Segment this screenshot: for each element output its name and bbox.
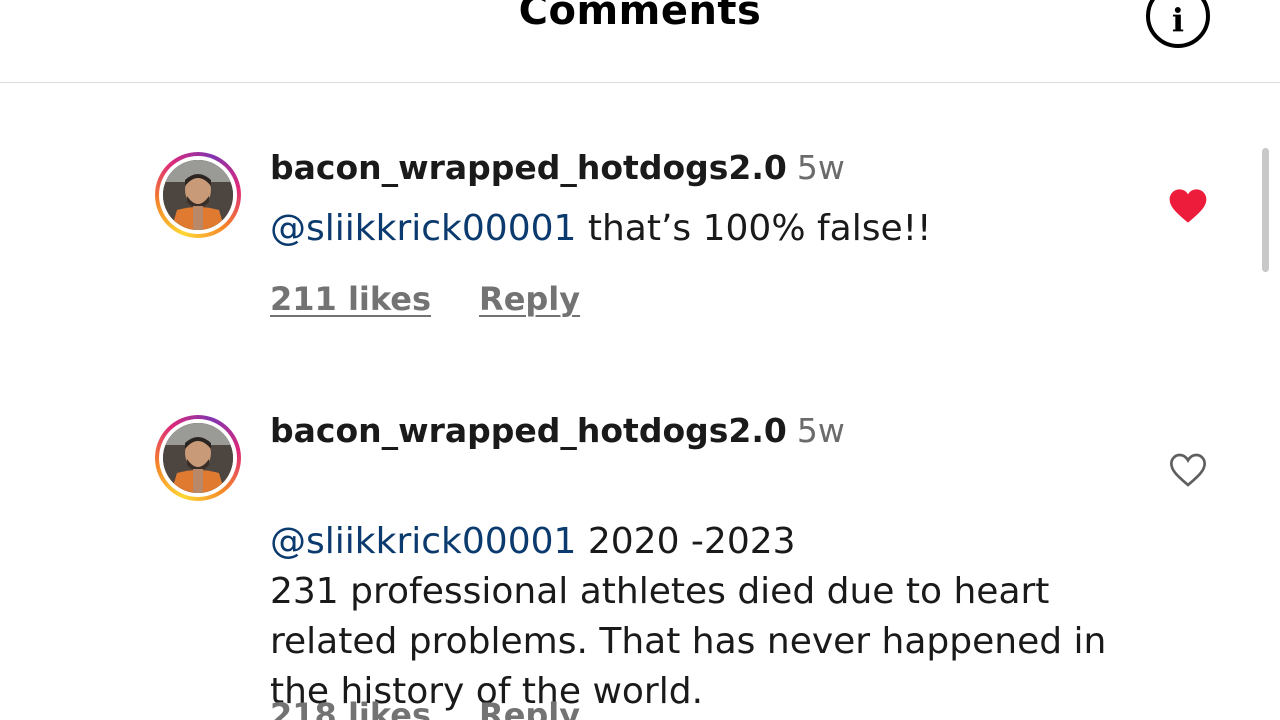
mention-link[interactable]: @sliikkrick00001 <box>270 208 576 249</box>
avatar[interactable] <box>155 415 241 501</box>
comment-text: @sliikkrick00001 that’s 100% false!! <box>270 204 1130 254</box>
comments-screen: Comments i bacon_wrapped_hotdogs2.0 5w @… <box>0 0 1280 720</box>
heart-outline-icon[interactable] <box>1168 451 1208 489</box>
scrollbar[interactable] <box>1262 148 1269 272</box>
heart-filled-icon[interactable] <box>1168 187 1208 225</box>
page-title: Comments <box>518 0 762 34</box>
avatar[interactable] <box>155 152 241 238</box>
reply-button[interactable]: Reply <box>479 280 580 318</box>
comment-actions: 218 likes Reply <box>270 696 580 720</box>
comments-header: Comments i <box>0 0 1280 83</box>
likes-count[interactable]: 211 likes <box>270 280 431 318</box>
comment-username[interactable]: bacon_wrapped_hotdogs2.0 5w <box>270 148 845 187</box>
comment-username[interactable]: bacon_wrapped_hotdogs2.0 5w <box>270 411 845 450</box>
comment-time: 5w <box>796 148 845 187</box>
info-icon[interactable]: i <box>1146 0 1210 48</box>
reply-button[interactable]: Reply <box>479 696 580 720</box>
avatar-photo <box>163 423 233 493</box>
comment-body: that’s 100% false!! <box>576 208 932 249</box>
comment-time: 5w <box>796 411 845 450</box>
comment-actions: 211 likes Reply <box>270 280 580 318</box>
mention-link[interactable]: @sliikkrick00001 <box>270 521 576 562</box>
avatar-photo <box>163 160 233 230</box>
likes-count[interactable]: 218 likes <box>270 696 431 720</box>
comment-text: @sliikkrick00001 2020 -2023 231 professi… <box>270 467 1130 717</box>
